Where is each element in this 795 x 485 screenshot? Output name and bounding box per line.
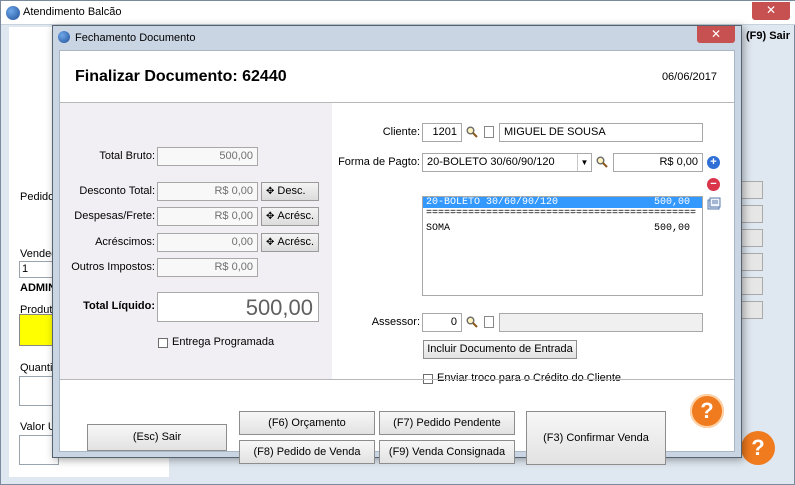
bg-titlebar: Atendimento Balcão ✕ (1, 1, 795, 25)
bg-close-button[interactable]: ✕ (752, 2, 790, 20)
outros-impostos-label: Outros Impostos: (71, 261, 155, 273)
enviar-troco-label: Enviar troco para o Crédito do Cliente (437, 372, 622, 384)
list-item-text: ========================================… (426, 208, 697, 219)
sair-button[interactable]: (Esc) Sair (87, 424, 227, 451)
search-icon[interactable] (596, 156, 608, 168)
entrega-programada-label: Entrega Programada (172, 336, 275, 348)
payment-list[interactable]: 20-BOLETO 30/60/90/120 500,00 ===========… (422, 196, 703, 296)
list-item[interactable]: 20-BOLETO 30/60/90/120 500,00 (423, 197, 702, 208)
document-icon[interactable] (484, 126, 494, 138)
list-item[interactable]: SOMA 500,00 (423, 223, 702, 234)
acrescimos-field[interactable]: 0,00 (157, 233, 258, 252)
move-icon: ✥ (266, 186, 275, 197)
move-icon: ✥ (266, 237, 275, 248)
incluir-documento-button[interactable]: Incluir Documento de Entrada (423, 340, 577, 359)
help-icon[interactable]: ? (690, 394, 724, 428)
bg-vendedor-value: 1 (22, 263, 29, 275)
venda-consignada-button[interactable]: (F9) Venda Consignada (379, 440, 515, 464)
confirmar-venda-button[interactable]: (F3) Confirmar Venda (526, 411, 666, 465)
notes-icon[interactable] (707, 197, 721, 211)
forma-pagto-value-field[interactable]: R$ 0,00 (613, 153, 703, 172)
desconto-field[interactable]: R$ 0,00 (157, 182, 258, 201)
pedido-venda-button-label: (F8) Pedido de Venda (253, 446, 361, 458)
list-item[interactable]: ========================================… (423, 208, 702, 219)
cliente-label: Cliente: (382, 126, 420, 138)
totals-panel: Total Bruto: 500,00 Desconto Total: R$ 0… (60, 103, 332, 379)
orcamento-button[interactable]: (F6) Orçamento (239, 411, 375, 435)
acrescimos-button-label: Acrésc. (277, 236, 315, 248)
list-item-amount: 500,00 (653, 197, 690, 208)
bg-side-button[interactable] (741, 205, 763, 223)
cliente-code-field[interactable]: 1201 (422, 123, 462, 142)
list-item-amount: 500,00 (653, 223, 690, 234)
list-item-text: SOMA (426, 223, 451, 234)
venda-consignada-button-label: (F9) Venda Consignada (388, 446, 506, 458)
bg-label-pedido: Pedido (20, 191, 55, 203)
search-icon[interactable] (466, 316, 478, 328)
entrega-programada-checkbox[interactable] (158, 338, 168, 348)
despesas-label: Despesas/Frete: (74, 210, 155, 222)
bg-side-button[interactable] (741, 253, 763, 271)
bg-side-button[interactable] (741, 277, 763, 295)
total-liquido-label: Total Líquido: (83, 300, 155, 312)
document-icon[interactable] (484, 316, 494, 328)
bg-side-button[interactable] (741, 229, 763, 247)
acrescimos-acresc-button[interactable]: ✥ Acrésc. (261, 233, 319, 252)
chevron-down-icon[interactable]: ▼ (577, 154, 591, 171)
dialog-title: Fechamento Documento (75, 32, 196, 44)
app-icon (6, 6, 20, 20)
despesas-field[interactable]: R$ 0,00 (157, 207, 258, 226)
assessor-code-field[interactable]: 0 (422, 313, 462, 332)
dialog-app-icon (58, 31, 70, 43)
dialog-body: Finalizar Documento: 62440 06/06/2017 To… (59, 50, 735, 465)
search-icon[interactable] (466, 126, 478, 138)
bg-side-button[interactable] (741, 301, 763, 319)
outros-impostos-field: R$ 0,00 (157, 258, 258, 277)
forma-pagto-selected: 20-BOLETO 30/60/90/120 (427, 156, 555, 168)
cliente-name-field[interactable]: MIGUEL DE SOUSA (499, 123, 703, 142)
pedido-pendente-button[interactable]: (F7) Pedido Pendente (379, 411, 515, 435)
confirmar-venda-button-label: (F3) Confirmar Venda (543, 432, 649, 444)
total-liquido-field: 500,00 (157, 292, 319, 322)
acrescimos-label: Acréscimos: (95, 236, 155, 248)
payment-panel: Cliente: 1201 MIGUEL DE SOUSA Forma de P… (332, 103, 734, 384)
add-icon[interactable]: + (707, 156, 720, 169)
dialog-close-button[interactable]: ✕ (697, 26, 735, 43)
bg-side-button[interactable] (741, 181, 763, 199)
bg-window-title: Atendimento Balcão (23, 6, 122, 18)
bg-sair-button[interactable]: (F9) Sair (746, 30, 790, 42)
sair-button-label: (Esc) Sair (132, 431, 182, 443)
desconto-button[interactable]: ✥ Desc. (261, 182, 319, 201)
total-bruto-field: 500,00 (157, 147, 258, 166)
assessor-name-field (499, 313, 703, 332)
list-item-text: 20-BOLETO 30/60/90/120 (426, 197, 559, 208)
page-title: Finalizar Documento: 62440 (75, 68, 287, 85)
move-icon: ✥ (266, 211, 275, 222)
forma-pagto-select[interactable]: 20-BOLETO 30/60/90/120 ▼ (422, 153, 592, 172)
bg-label-admin: ADMIN (20, 282, 57, 294)
desconto-label: Desconto Total: (79, 185, 155, 197)
pedido-venda-button[interactable]: (F8) Pedido de Venda (239, 440, 375, 464)
total-bruto-label: Total Bruto: (99, 150, 155, 162)
remove-icon[interactable]: − (707, 178, 720, 191)
fechamento-dialog: Fechamento Documento ✕ Finalizar Documen… (52, 25, 742, 465)
bg-help-icon[interactable]: ? (741, 431, 775, 465)
desconto-button-label: Desc. (277, 185, 306, 197)
pedido-pendente-button-label: (F7) Pedido Pendente (393, 417, 501, 429)
despesas-button-label: Acrésc. (277, 210, 315, 222)
assessor-label: Assessor: (371, 316, 420, 328)
bg-label-valor: Valor U (20, 421, 56, 433)
despesas-acresc-button[interactable]: ✥ Acrésc. (261, 207, 319, 226)
forma-pagto-label: Forma de Pagto: (338, 156, 420, 168)
document-date: 06/06/2017 (661, 71, 717, 83)
orcamento-button-label: (F6) Orçamento (268, 417, 346, 429)
footer-divider (60, 379, 734, 380)
